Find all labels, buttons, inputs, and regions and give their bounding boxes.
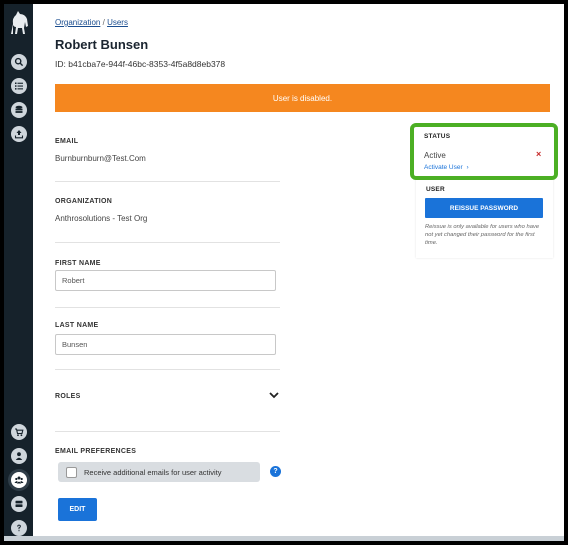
cart-icon[interactable] [11, 424, 27, 440]
help-tooltip-icon[interactable]: ? [270, 466, 281, 477]
app-frame: Organization / Users Robert Bunsen ID: b… [4, 4, 564, 541]
disabled-banner: User is disabled. [55, 84, 550, 112]
reissue-note: Reissue is only available for users who … [425, 224, 540, 246]
main-content: Organization / Users Robert Bunsen ID: b… [33, 4, 564, 541]
first-name-label: FIRST NAME [55, 260, 101, 267]
email-value: Burnburnburn@Test.Com [55, 154, 146, 163]
breadcrumb-users[interactable]: Users [107, 18, 128, 27]
search-icon[interactable] [11, 54, 27, 70]
help-icon[interactable] [11, 520, 27, 536]
first-name-field[interactable]: Robert [55, 270, 276, 291]
status-card: STATUS Active Activate User › × [410, 123, 558, 180]
email-preference-option[interactable]: Receive additional emails for user activ… [58, 462, 260, 482]
breadcrumb-organization[interactable]: Organization [55, 18, 100, 27]
last-name-field[interactable]: Bunsen [55, 334, 276, 355]
divider [55, 242, 280, 243]
first-name-value: Robert [62, 276, 85, 285]
divider [55, 181, 280, 182]
reissue-password-button[interactable]: REISSUE PASSWORD [425, 198, 543, 218]
divider [55, 431, 280, 432]
user-id: ID: b41cba7e-944f-46bc-8353-4f5a8d8eb378 [55, 59, 226, 69]
users-icon[interactable] [11, 472, 27, 488]
organization-value: Anthrosolutions - Test Org [55, 214, 148, 223]
status-label: STATUS [424, 133, 451, 140]
edit-button[interactable]: EDIT [58, 498, 97, 521]
divider [55, 307, 280, 308]
page-title: Robert Bunsen [55, 37, 149, 52]
last-name-label: LAST NAME [55, 322, 99, 329]
email-preferences-label: EMAIL PREFERENCES [55, 448, 137, 455]
last-name-value: Bunsen [62, 340, 88, 349]
activate-user-label: Activate User [424, 164, 463, 171]
chevron-down-icon[interactable] [268, 387, 280, 399]
status-value: Active [424, 151, 446, 160]
close-icon[interactable]: × [536, 149, 541, 159]
user-section-label: USER [426, 186, 445, 193]
upload-icon[interactable] [11, 126, 27, 142]
list-icon[interactable] [11, 78, 27, 94]
chevron-right-icon: › [466, 164, 469, 171]
email-activity-label: Receive additional emails for user activ… [84, 467, 222, 477]
logo-icon[interactable] [7, 8, 31, 38]
organization-label: ORGANIZATION [55, 198, 113, 205]
bottom-bar [4, 536, 564, 541]
storage-icon[interactable] [11, 496, 27, 512]
sidebar [4, 4, 33, 541]
person-icon[interactable] [11, 448, 27, 464]
roles-toggle[interactable]: ROLES [55, 393, 81, 400]
breadcrumb-separator: / [102, 18, 105, 27]
breadcrumb: Organization / Users [55, 18, 128, 27]
database-icon[interactable] [11, 102, 27, 118]
activate-user-link[interactable]: Activate User › [424, 164, 469, 171]
email-label: EMAIL [55, 138, 79, 145]
email-activity-checkbox[interactable] [66, 466, 77, 478]
divider [55, 369, 280, 370]
